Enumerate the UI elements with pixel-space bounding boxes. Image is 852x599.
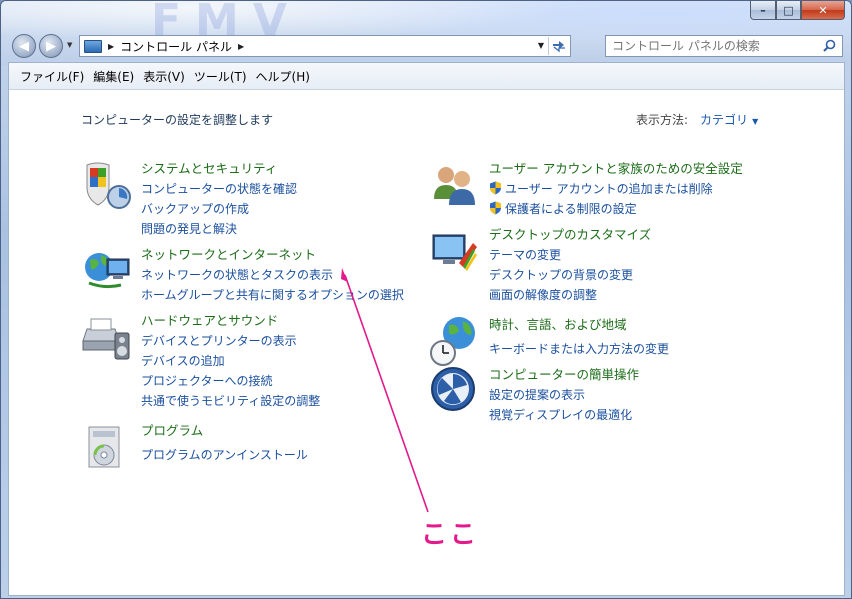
network-icon[interactable] [81, 245, 133, 297]
link-parental-controls[interactable]: 保護者による制限の設定 [489, 199, 819, 219]
breadcrumb-separator-icon[interactable]: ▶ [108, 42, 114, 51]
menu-edit[interactable]: 編集(E) [93, 68, 134, 85]
ease-of-access-icon[interactable] [429, 365, 481, 417]
control-panel-icon [84, 39, 102, 53]
menu-tools[interactable]: ツール(T) [194, 68, 247, 85]
search-input[interactable] [612, 39, 812, 53]
uac-shield-icon [490, 181, 501, 195]
link-mobility-settings[interactable]: 共通で使うモビリティ設定の調整 [141, 391, 441, 411]
category-heading-hardware-sound[interactable]: ハードウェアとサウンド [141, 311, 441, 331]
link-suggested-settings[interactable]: 設定の提案の表示 [489, 385, 789, 405]
hardware-sound-icon[interactable] [81, 311, 133, 363]
link-check-computer-status[interactable]: コンピューターの状態を確認 [141, 179, 441, 199]
window-controls: – □ ✕ [750, 1, 845, 20]
link-change-desktop-background[interactable]: デスクトップの背景の変更 [489, 265, 789, 285]
menu-view[interactable]: 表示(V) [143, 68, 185, 85]
explorer-window: FMV – □ ✕ ◀ ▶ ▼ ▶ コントロール パネル ▶ ▼ コントロール … [0, 0, 852, 599]
link-uninstall-program[interactable]: プログラムのアンインストール [141, 445, 441, 465]
link-devices-printers[interactable]: デバイスとプリンターの表示 [141, 331, 441, 351]
link-add-remove-accounts[interactable]: ユーザー アカウントの追加または削除 [489, 179, 819, 199]
view-by-label: 表示方法: [636, 113, 689, 127]
category-heading-system-security[interactable]: システムとセキュリティ [141, 159, 441, 179]
link-add-device[interactable]: デバイスの追加 [141, 351, 441, 371]
category-heading-clock-region[interactable]: 時計、言語、および地域 [489, 315, 789, 335]
link-parental-controls-label: 保護者による制限の設定 [505, 202, 637, 216]
clock-region-icon[interactable] [429, 315, 481, 367]
breadcrumb-control-panel[interactable]: コントロール パネル [120, 38, 232, 55]
category-heading-user-accounts[interactable]: ユーザー アカウントと家族のための安全設定 [489, 159, 819, 179]
category-heading-appearance[interactable]: デスクトップのカスタマイズ [489, 225, 789, 245]
programs-icon[interactable] [81, 421, 133, 473]
link-adjust-resolution[interactable]: 画面の解像度の調整 [489, 285, 789, 305]
user-accounts-icon[interactable] [429, 159, 481, 211]
recent-pages-dropdown-icon[interactable]: ▼ [67, 41, 72, 49]
view-by-value[interactable]: カテゴリ [700, 113, 748, 127]
page-title: コンピューターの設定を調整します [81, 113, 274, 127]
minimize-button[interactable]: – [750, 1, 776, 20]
category-heading-ease-of-access[interactable]: コンピューターの簡単操作 [489, 365, 789, 385]
address-bar[interactable]: ▶ コントロール パネル ▶ ▼ [79, 35, 571, 57]
navigation-bar: ◀ ▶ ▼ ▶ コントロール パネル ▶ ▼ [1, 31, 851, 61]
chevron-down-icon[interactable]: ▼ [752, 117, 758, 126]
breadcrumb-separator-icon[interactable]: ▶ [238, 42, 244, 51]
link-optimize-visual-display[interactable]: 視覚ディスプレイの最適化 [489, 405, 789, 425]
link-network-status-tasks[interactable]: ネットワークの状態とタスクの表示 [141, 265, 441, 285]
link-troubleshoot[interactable]: 問題の発見と解決 [141, 219, 441, 239]
link-create-backup[interactable]: バックアップの作成 [141, 199, 441, 219]
annotation-label: ここ [421, 520, 480, 550]
appearance-icon[interactable] [429, 225, 481, 277]
search-box[interactable] [605, 35, 843, 57]
forward-button[interactable]: ▶ [39, 34, 63, 58]
link-connect-projector[interactable]: プロジェクターへの接続 [141, 371, 441, 391]
refresh-icon[interactable] [548, 37, 568, 55]
menu-bar: ファイル(F) 編集(E) 表示(V) ツール(T) ヘルプ(H) [9, 63, 844, 90]
view-by-selector: 表示方法: カテゴリ ▼ [636, 111, 758, 128]
address-dropdown-icon[interactable]: ▼ [538, 41, 544, 50]
back-button[interactable]: ◀ [12, 34, 36, 58]
uac-shield-icon [490, 201, 501, 215]
search-icon[interactable] [823, 39, 836, 52]
link-homegroup-sharing-options[interactable]: ホームグループと共有に関するオプションの選択 [141, 285, 441, 305]
category-heading-programs[interactable]: プログラム [141, 421, 441, 441]
link-change-keyboard-input[interactable]: キーボードまたは入力方法の変更 [489, 339, 789, 359]
system-security-icon[interactable] [81, 159, 133, 211]
link-change-theme[interactable]: テーマの変更 [489, 245, 789, 265]
category-heading-network-internet[interactable]: ネットワークとインターネット [141, 245, 441, 265]
link-add-remove-accounts-label: ユーザー アカウントの追加または削除 [505, 182, 713, 196]
close-button[interactable]: ✕ [801, 1, 845, 20]
menu-file[interactable]: ファイル(F) [20, 68, 84, 85]
menu-help[interactable]: ヘルプ(H) [256, 68, 310, 85]
maximize-button[interactable]: □ [776, 1, 801, 20]
